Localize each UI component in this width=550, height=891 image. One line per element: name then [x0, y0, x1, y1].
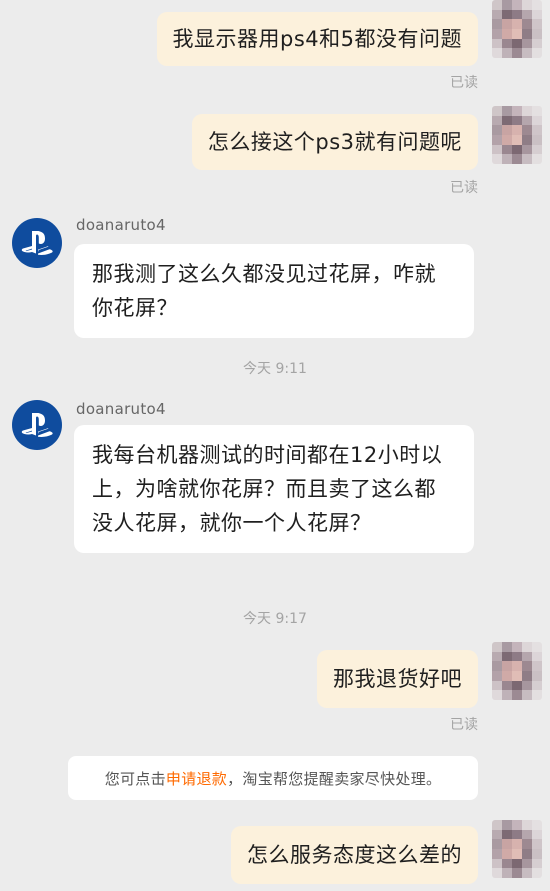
user-avatar[interactable] [492, 0, 542, 58]
outgoing-message[interactable]: 那我退货好吧 [317, 650, 478, 708]
timestamp: 今天 9:17 [243, 611, 307, 627]
refund-notice: 您可点击 申请退款 ，淘宝帮您提醒卖家尽快处理。 [68, 756, 478, 800]
notice-prefix: 您可点击 [104, 769, 166, 788]
incoming-message[interactable]: 那我测了这么久都没见过花屏，咋就你花屏？ [74, 244, 474, 338]
incoming-message[interactable]: 我每台机器测试的时间都在12小时以上，为啥就你花屏？而且卖了这么都没人花屏，就你… [74, 425, 474, 553]
message-text: 我显示器用ps4和5都没有问题 [172, 27, 462, 51]
user-avatar[interactable] [492, 820, 542, 878]
message-text: 怎么接这个ps3就有问题呢 [207, 130, 462, 154]
playstation-logo-icon [21, 413, 53, 437]
outgoing-message[interactable]: 怎么服务态度这么差的 [231, 826, 478, 884]
playstation-logo-icon [21, 231, 53, 255]
timestamp: 今天 9:11 [243, 361, 307, 377]
message-text: 怎么服务态度这么差的 [247, 843, 462, 867]
outgoing-message[interactable]: 我显示器用ps4和5都没有问题 [156, 12, 478, 66]
user-avatar[interactable] [492, 642, 542, 700]
notice-suffix: ，淘宝帮您提醒卖家尽快处理。 [227, 769, 442, 788]
read-receipt: 已读 [450, 180, 478, 196]
apply-refund-link[interactable]: 申请退款 [166, 768, 227, 789]
seller-avatar[interactable] [12, 218, 62, 268]
sender-name: doanaruto4 [76, 216, 166, 234]
outgoing-message[interactable]: 怎么接这个ps3就有问题呢 [191, 114, 478, 170]
message-text: 我每台机器测试的时间都在12小时以上，为啥就你花屏？而且卖了这么都没人花屏，就你… [92, 443, 443, 535]
read-receipt: 已读 [450, 75, 478, 91]
sender-name: doanaruto4 [76, 400, 166, 418]
read-receipt: 已读 [450, 717, 478, 733]
seller-avatar[interactable] [12, 400, 62, 450]
message-text: 那我退货好吧 [333, 667, 462, 691]
message-text: 那我测了这么久都没见过花屏，咋就你花屏？ [92, 262, 436, 320]
user-avatar[interactable] [492, 106, 542, 164]
